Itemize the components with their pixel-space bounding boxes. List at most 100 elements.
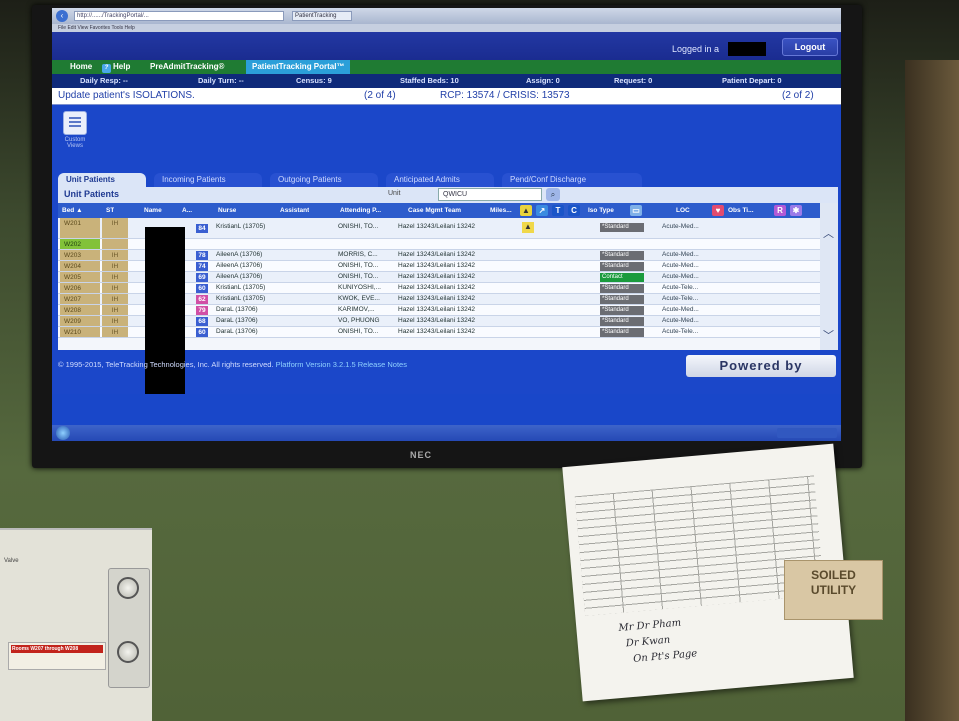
warning-icon[interactable]: ▲ xyxy=(520,205,532,216)
gauge-dial-icon xyxy=(117,641,139,663)
platform-version-link[interactable]: Platform Version 3.2.1.5 xyxy=(276,360,356,369)
cell-loc: Acute-Med... xyxy=(662,251,699,258)
col-obs[interactable]: Obs Ti... xyxy=(728,207,754,214)
col-r[interactable]: R xyxy=(774,205,786,216)
back-icon[interactable]: ‹ xyxy=(56,10,68,22)
chevron-down-icon[interactable]: ﹀ xyxy=(823,327,834,343)
cell-iso-type: *Standard xyxy=(600,284,644,293)
release-notes-link[interactable]: Release Notes xyxy=(358,360,407,369)
isolation-icon[interactable]: ▭ xyxy=(630,205,642,216)
cell-st: IH xyxy=(102,218,128,238)
browser-toolbar: ‹ http://....../TrackingPortal/... Patie… xyxy=(52,8,841,24)
cell-bed: W204 xyxy=(60,261,100,271)
search-icon[interactable]: ⌕ xyxy=(546,188,560,201)
cell-loc: Acute-Med... xyxy=(662,262,699,269)
logout-button[interactable]: Logout xyxy=(782,38,838,56)
tab-incoming-patients[interactable]: Incoming Patients xyxy=(154,173,262,187)
cell-iso-type: *Standard xyxy=(600,317,644,326)
col-acuity[interactable]: A... xyxy=(182,207,192,214)
col-bed[interactable]: Bed ▲ xyxy=(62,207,83,214)
cell-case-mgmt: Hazel 13243/Leilani 13242 xyxy=(398,223,475,230)
arrow-icon[interactable]: ↗ xyxy=(536,205,548,216)
valve-label: Rooms W207 through W208 xyxy=(8,642,106,670)
cell-st: IH xyxy=(102,294,128,304)
col-case-mgmt[interactable]: Case Mgmt Team xyxy=(408,207,461,214)
cell-nurse: DaraL (13706) xyxy=(216,317,258,324)
col-assistant[interactable]: Assistant xyxy=(280,207,309,214)
cell-nurse: DaraL (13706) xyxy=(216,328,258,335)
unit-label: Unit xyxy=(388,190,401,197)
col-name[interactable]: Name xyxy=(144,207,162,214)
col-iso-type[interactable]: Iso Type xyxy=(588,207,614,214)
cell-iso-type: *Standard xyxy=(600,223,644,232)
stat-patient-depart: Patient Depart: 0 xyxy=(722,76,782,85)
warning-icon[interactable]: ▲ xyxy=(522,222,534,233)
col-miles[interactable]: Miles... xyxy=(490,207,512,214)
tab-anticipated-admits[interactable]: Anticipated Admits xyxy=(386,173,494,187)
message-banner: Update patient's ISOLATIONS. (2 of 4) RC… xyxy=(52,88,841,105)
cell-st: IH xyxy=(102,261,128,271)
start-icon[interactable] xyxy=(56,426,70,440)
cell-nurse: KristianL (13705) xyxy=(216,284,266,291)
cell-acuity: 62 xyxy=(196,295,208,304)
cell-bed: W206 xyxy=(60,283,100,293)
cell-iso-type: *Standard xyxy=(600,251,644,260)
valve-heading: Rooms W207 through W208 xyxy=(11,645,103,653)
cell-attending: ONISHI, TO... xyxy=(338,273,379,280)
cell-iso-type: *Standard xyxy=(600,262,644,271)
taskbar xyxy=(52,425,841,441)
heart-icon[interactable]: ♥ xyxy=(712,205,724,216)
unit-panel-header: Unit Patients Unit QWICU ⌕ xyxy=(58,187,838,203)
nav-home[interactable]: Home xyxy=(70,62,92,71)
banner-page-a[interactable]: (2 of 4) xyxy=(364,90,396,101)
stat-daily-resp: Daily Resp: -- xyxy=(80,76,128,85)
col-st[interactable]: ST xyxy=(106,207,114,214)
system-tray xyxy=(777,428,837,438)
cell-st: IH xyxy=(102,316,128,326)
note-handwriting-3: On Pt's Page xyxy=(632,648,698,665)
cell-loc: Acute-Med... xyxy=(662,317,699,324)
col-loc[interactable]: LOC xyxy=(676,207,690,214)
redacted-username xyxy=(728,42,766,56)
tab-outgoing-patients[interactable]: Outgoing Patients xyxy=(270,173,378,187)
star-icon[interactable]: ✱ xyxy=(790,205,802,216)
tab-unit-patients[interactable]: Unit Patients xyxy=(58,173,146,187)
banner-message: Update patient's ISOLATIONS. xyxy=(58,90,195,101)
cell-attending: KWOK, EVE... xyxy=(338,295,380,302)
cell-acuity: 78 xyxy=(196,251,208,260)
browser-menu: File Edit View Favorites Tools Help xyxy=(52,24,841,32)
cell-nurse: AileenA (13706) xyxy=(216,251,263,258)
custom-views[interactable]: Custom Views xyxy=(58,111,92,149)
cell-loc: Acute-Med... xyxy=(662,223,699,230)
nav-preadmit[interactable]: PreAdmitTracking® xyxy=(150,62,224,71)
cell-iso-type: *Standard xyxy=(600,328,644,337)
banner-page-b[interactable]: (2 of 2) xyxy=(782,90,814,101)
stat-daily-turn: Daily Turn: -- xyxy=(198,76,244,85)
banner-rcp: RCP: 13574 / CRISIS: 13573 xyxy=(440,90,570,101)
cell-st: IH xyxy=(102,283,128,293)
grid-scrollbar[interactable]: ︿ ﹀ xyxy=(820,203,838,350)
cell-case-mgmt: Hazel 13243/Leilani 13242 xyxy=(398,273,475,280)
cell-st: IH xyxy=(102,327,128,337)
address-bar[interactable]: http://....../TrackingPortal/... xyxy=(74,11,284,21)
nav-help[interactable]: ? Help xyxy=(102,62,130,73)
stat-assign: Assign: 0 xyxy=(526,76,560,85)
cell-nurse: AileenA (13706) xyxy=(216,273,263,280)
app-header: Logged in a Logout xyxy=(52,32,841,60)
col-t[interactable]: T xyxy=(552,205,564,216)
cell-case-mgmt: Hazel 13243/Leilani 13242 xyxy=(398,262,475,269)
col-attending[interactable]: Attending P... xyxy=(340,207,381,214)
nav-portal[interactable]: PatientTracking Portal™ xyxy=(246,60,351,74)
cell-attending: ONISHI, TO... xyxy=(338,328,379,335)
cell-iso-type: *Standard xyxy=(600,295,644,304)
tab-pend-conf-discharge[interactable]: Pend/Conf Discharge xyxy=(502,173,642,187)
browser-tab[interactable]: PatientTracking xyxy=(292,11,352,21)
main-content: Custom Views Unit Patients Incoming Pati… xyxy=(52,105,841,394)
stat-census: Census: 9 xyxy=(296,76,332,85)
col-nurse[interactable]: Nurse xyxy=(218,207,236,214)
col-c[interactable]: C xyxy=(568,205,580,216)
chevron-up-icon[interactable]: ︿ xyxy=(823,225,834,241)
cell-nurse: AileenA (13706) xyxy=(216,262,263,269)
unit-input[interactable]: QWICU xyxy=(438,188,542,201)
cell-attending: ONISHI, TO... xyxy=(338,223,379,230)
